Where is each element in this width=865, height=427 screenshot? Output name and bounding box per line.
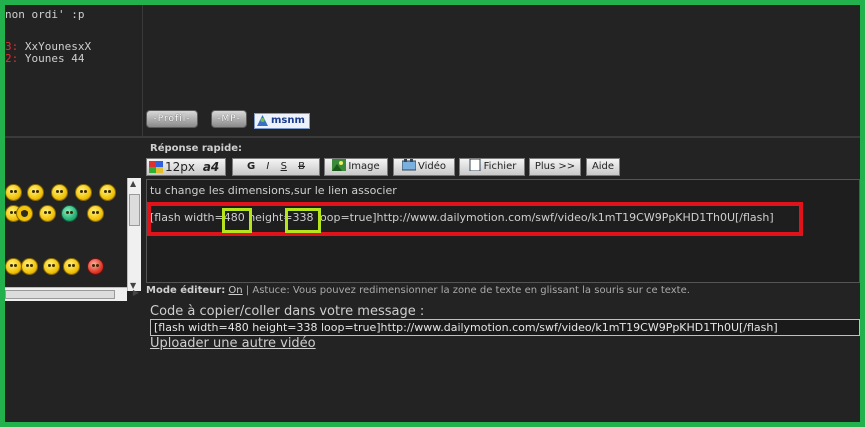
smiley-icon[interactable]	[63, 258, 80, 275]
file-label: Fichier	[483, 161, 517, 172]
user-row: 2: Younes 44	[5, 52, 84, 65]
smiley-icon[interactable]	[5, 258, 22, 275]
smiley-icon[interactable]	[39, 205, 56, 222]
quick-reply-label: Réponse rapide:	[150, 143, 243, 154]
smiley-panel: ▲ ▼ ▶	[5, 138, 143, 301]
smiley-icon[interactable]	[75, 184, 92, 201]
video-code-field[interactable]: [flash width=480 height=338 loop=true]ht…	[150, 319, 860, 336]
text-color-icon	[149, 161, 163, 173]
editor-line: tu change les dimensions,sur le lien ass…	[150, 184, 397, 197]
green-highlight-width	[222, 208, 252, 233]
user-info-panel: non ordi' :p 3: XxYounesxX 2: Younes 44	[5, 5, 143, 138]
smiley-vscroll[interactable]: ▲ ▼	[127, 178, 141, 291]
smiley-icon[interactable]	[5, 184, 22, 201]
profil-button[interactable]: -Profil-	[146, 110, 198, 128]
scroll-thumb[interactable]	[5, 290, 115, 299]
font-size-value: 12px	[165, 160, 195, 174]
green-highlight-height	[285, 208, 321, 233]
file-button[interactable]: Fichier	[459, 158, 525, 176]
green-smiley-icon[interactable]	[61, 205, 78, 222]
editor-mode-bar: Mode éditeur: On | Astuce: Vous pouvez r…	[146, 285, 690, 296]
file-icon	[469, 159, 481, 171]
image-icon	[332, 159, 347, 171]
smiley-icon[interactable]	[21, 258, 38, 275]
more-button[interactable]: Plus >>	[529, 158, 581, 176]
message-textarea[interactable]: tu change les dimensions,sur le lien ass…	[146, 179, 860, 283]
video-icon	[401, 159, 416, 171]
post-body-area	[144, 5, 860, 105]
status-text: non ordi' :p	[5, 8, 85, 21]
tip-text: | Astuce: Vous pouvez redimensionner la …	[245, 285, 690, 296]
copy-code-label: Code à copier/coller dans votre message …	[150, 304, 425, 319]
video-label: Vidéo	[417, 161, 447, 172]
msnm-button[interactable]: msnm	[254, 113, 310, 129]
scroll-thumb[interactable]	[129, 194, 140, 226]
msnm-label: msnm	[271, 115, 305, 126]
help-button[interactable]: Aide	[586, 158, 620, 176]
smiley-icon[interactable]	[27, 184, 44, 201]
underline-button[interactable]: S	[281, 161, 287, 172]
font-size-select[interactable]: 12px a4	[146, 158, 226, 176]
smiley-hscroll[interactable]: ▶	[5, 287, 139, 301]
video-button[interactable]: Vidéo	[393, 158, 455, 176]
smiley-icon[interactable]	[99, 184, 116, 201]
image-button[interactable]: Image	[324, 158, 388, 176]
strike-button[interactable]: B	[298, 161, 305, 172]
user-num: 2:	[5, 52, 19, 65]
mode-label: Mode éditeur:	[146, 285, 226, 296]
smiley-icon[interactable]	[43, 258, 60, 275]
bold-button[interactable]: G	[247, 161, 255, 172]
scroll-up-icon[interactable]: ▲	[130, 179, 136, 188]
forum-window: non ordi' :p 3: XxYounesxX 2: Younes 44 …	[5, 5, 860, 422]
italic-button[interactable]: I	[266, 161, 269, 172]
mp-button[interactable]: -MP-	[211, 110, 247, 128]
thumbs-up-smiley-icon[interactable]	[87, 205, 104, 222]
format-buttons: G I S B	[232, 158, 320, 176]
image-label: Image	[348, 161, 380, 172]
scroll-right-icon[interactable]: ▶	[133, 288, 139, 297]
mode-on-link[interactable]: On	[228, 285, 242, 296]
font-glyph: a4	[202, 160, 220, 174]
smiley-icon[interactable]	[51, 184, 68, 201]
arrow-smiley-icon[interactable]	[16, 205, 33, 222]
user-name: Younes 44	[24, 52, 85, 65]
msn-person-icon	[257, 115, 268, 126]
upload-video-link[interactable]: Uploader une autre vidéo	[150, 336, 316, 351]
devil-smiley-icon[interactable]	[87, 258, 104, 275]
